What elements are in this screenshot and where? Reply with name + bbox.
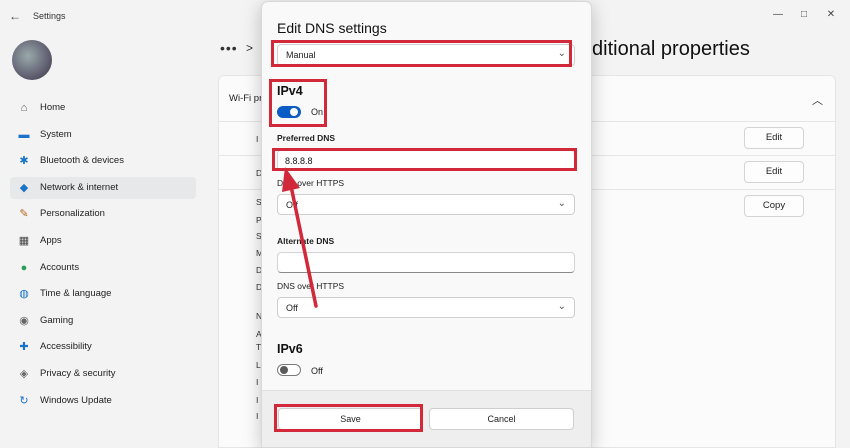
row-label-fragment: I [256,411,259,421]
edit-button-1[interactable]: Edit [744,127,804,149]
app-title: Settings [33,11,66,21]
avatar[interactable] [12,40,52,80]
sidebar-item-personalization[interactable]: ✎ Personalization [10,203,196,225]
dialog-footer: Save Cancel [262,390,591,447]
sidebar-item-label: Accounts [40,261,80,273]
sidebar-item-time-language[interactable]: ◍ Time & language [10,283,196,305]
brush-icon: ✎ [19,208,29,221]
breadcrumb-overflow[interactable]: ••• [220,40,238,56]
sidebar-item-privacy-security[interactable]: ◈ Privacy & security [10,363,196,385]
sidebar-item-accounts[interactable]: ● Accounts [10,257,196,279]
chevron-down-icon: ⌄ [557,48,566,59]
sidebar-item-apps[interactable]: ▦ Apps [10,230,196,252]
ipv6-toggle-label: Off [311,366,323,376]
chevron-up-icon[interactable]: ︿ [812,92,823,108]
ipv4-toggle-label: On [311,107,324,117]
sidebar-item-label: Personalization [40,208,105,220]
sidebar-item-label: Network & internet [40,181,119,193]
dns-mode-value: Manual [286,50,316,60]
sidebar-item-label: Bluetooth & devices [40,155,124,167]
row-label-fragment: I [256,134,259,144]
globe-icon: ◍ [19,288,29,301]
accessibility-icon: ✚ [19,341,29,354]
dns-mode-select[interactable]: Manual ⌄ [277,44,575,66]
doh-label-1: DNS over HTTPS [277,178,345,188]
sidebar-item-network-internet[interactable]: ◆ Network & internet [10,176,196,199]
sidebar-item-system[interactable]: ▬ System [10,124,196,146]
back-arrow-icon[interactable]: ← [9,9,23,23]
sidebar-item-bluetooth-devices[interactable]: ✱ Bluetooth & devices [10,150,196,172]
home-icon: ⌂ [20,102,28,114]
accounts-icon: ● [20,261,28,274]
settings-window: ← Settings — □ ✕ ⌂ Home ▬ System ✱ Bluetooth … [0,0,850,448]
sidebar-item-label: System [40,128,72,140]
sidebar-item-label: Gaming [40,314,74,326]
row-label-fragment: I [256,395,259,405]
card-label: Wi-Fi pr [229,93,263,104]
page-title: ditional properties [592,38,750,60]
sidebar-item-label: Apps [40,235,62,246]
preferred-dns-value: 8.8.8.8 [285,156,313,166]
preferred-dns-label: Preferred DNS [277,133,336,143]
ipv4-toggle[interactable] [277,106,301,118]
sidebar-item-label: Privacy & security [40,368,116,379]
sidebar-item-windows-update[interactable]: ↻ Windows Update [10,390,196,412]
doh-select-1[interactable]: Off ⌄ [277,194,575,215]
wifi-icon: ◆ [19,181,29,194]
apps-icon: ▦ [18,235,30,247]
dialog-title: Edit DNS settings [277,20,387,36]
copy-button[interactable]: Copy [744,195,804,217]
edit-dns-dialog: Edit DNS settings Manual ⌄ IPv4 On Prefe… [261,1,592,448]
doh-label-2: DNS over HTTPS [277,281,345,291]
save-button[interactable]: Save [278,408,423,430]
minimize-button[interactable]: — [767,5,789,25]
sidebar-item-accessibility[interactable]: ✚ Accessibility [10,336,196,358]
bluetooth-icon: ✱ [19,155,29,168]
update-icon: ↻ [19,394,29,407]
row-label-fragment: I [256,377,259,387]
doh-select-2[interactable]: Off ⌄ [277,297,575,318]
gaming-icon: ◉ [19,314,29,327]
breadcrumb-chevron-icon: > [246,41,254,55]
sidebar-item-gaming[interactable]: ◉ Gaming [10,310,196,332]
cancel-button[interactable]: Cancel [429,408,574,430]
ipv6-title: IPv6 [277,342,303,356]
chevron-down-icon: ⌄ [557,301,566,312]
sidebar-item-label: Accessibility [40,341,92,353]
alternate-dns-label: Alternate DNS [277,236,335,246]
preferred-dns-input[interactable]: 8.8.8.8 [277,150,575,171]
doh-value-2: Off [286,303,298,313]
shield-icon: ◈ [19,368,29,380]
alternate-dns-input[interactable] [277,252,575,273]
sidebar-item-label: Windows Update [40,394,112,406]
ipv4-title: IPv4 [277,84,303,98]
close-button[interactable]: ✕ [820,5,842,25]
toggle-knob [290,108,298,116]
toggle-knob [280,366,288,374]
sidebar-item-label: Home [40,102,66,113]
doh-value-1: Off [286,200,298,210]
sidebar-item-label: Time & language [40,288,112,300]
system-icon: ▬ [18,128,30,141]
ipv6-toggle[interactable] [277,364,301,376]
edit-button-2[interactable]: Edit [744,161,804,183]
sidebar-item-home[interactable]: ⌂ Home [10,97,196,119]
chevron-down-icon: ⌄ [557,198,566,209]
maximize-button[interactable]: □ [793,5,815,25]
